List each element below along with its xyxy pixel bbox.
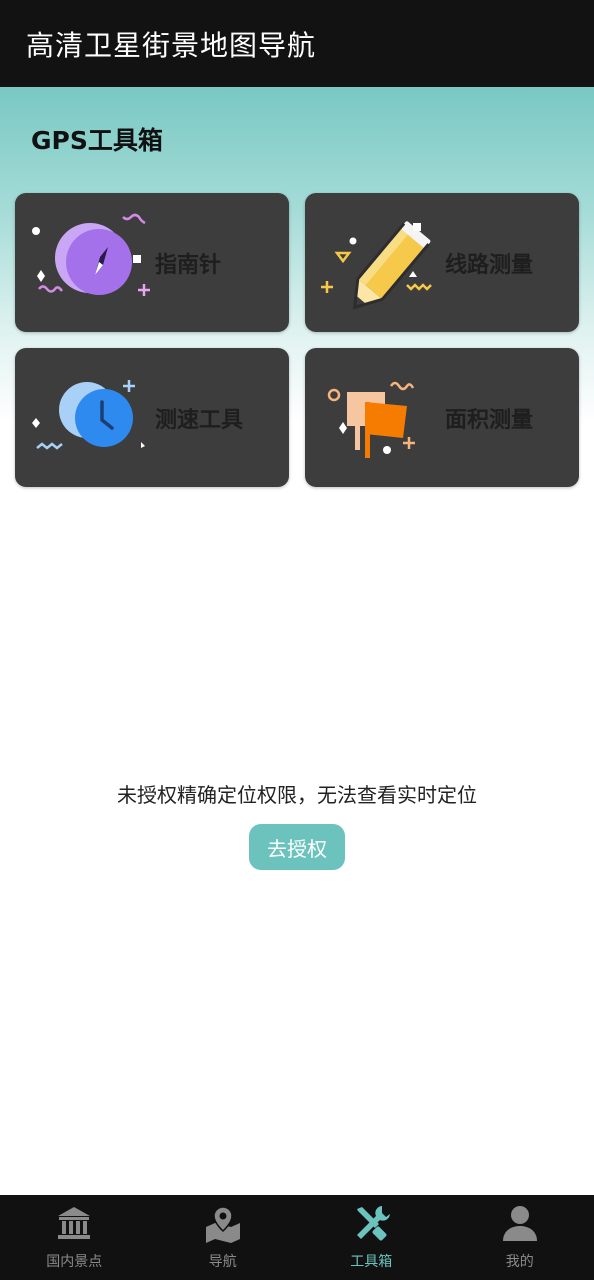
tool-card-area[interactable]: 面积测量 — [305, 348, 579, 487]
landmark-icon — [58, 1207, 91, 1239]
tab-navigation[interactable]: 导航 — [149, 1195, 298, 1280]
section-title: GPS工具箱 — [31, 126, 163, 155]
tab-scenic-spots[interactable]: 国内景点 — [0, 1195, 149, 1280]
authorize-button[interactable]: 去授权 — [249, 824, 345, 870]
tool-label: 线路测量 — [445, 252, 534, 278]
tab-label: 国内景点 — [46, 1254, 103, 1270]
bottom-tab-bar: 国内景点 导航 工具箱 我的 — [0, 1195, 594, 1280]
tool-card-speed[interactable]: 测速工具 — [15, 348, 289, 487]
tab-mine[interactable]: 我的 — [446, 1195, 594, 1280]
tab-label: 我的 — [505, 1254, 534, 1270]
tab-label: 导航 — [208, 1254, 237, 1270]
flag-icon — [327, 381, 415, 458]
permission-message: 未授权精确定位权限，无法查看实时定位 — [117, 783, 477, 807]
tab-toolbox[interactable]: 工具箱 — [297, 1195, 446, 1280]
app-title: 高清卫星街景地图导航 — [26, 28, 317, 62]
tool-label: 面积测量 — [445, 407, 534, 433]
tools-icon — [357, 1206, 391, 1241]
map-pin-icon — [205, 1206, 240, 1243]
tab-label: 工具箱 — [350, 1254, 393, 1270]
tool-label: 指南针 — [155, 252, 222, 278]
clock-icon — [32, 380, 145, 450]
person-icon — [502, 1206, 537, 1241]
compass-icon — [32, 213, 150, 296]
pencil-icon — [321, 221, 432, 310]
tool-card-compass[interactable]: 指南针 — [15, 193, 289, 332]
app-bar: 高清卫星街景地图导航 — [0, 0, 594, 87]
tool-card-route[interactable]: 线路测量 — [305, 193, 579, 332]
tool-label: 测速工具 — [155, 407, 244, 433]
